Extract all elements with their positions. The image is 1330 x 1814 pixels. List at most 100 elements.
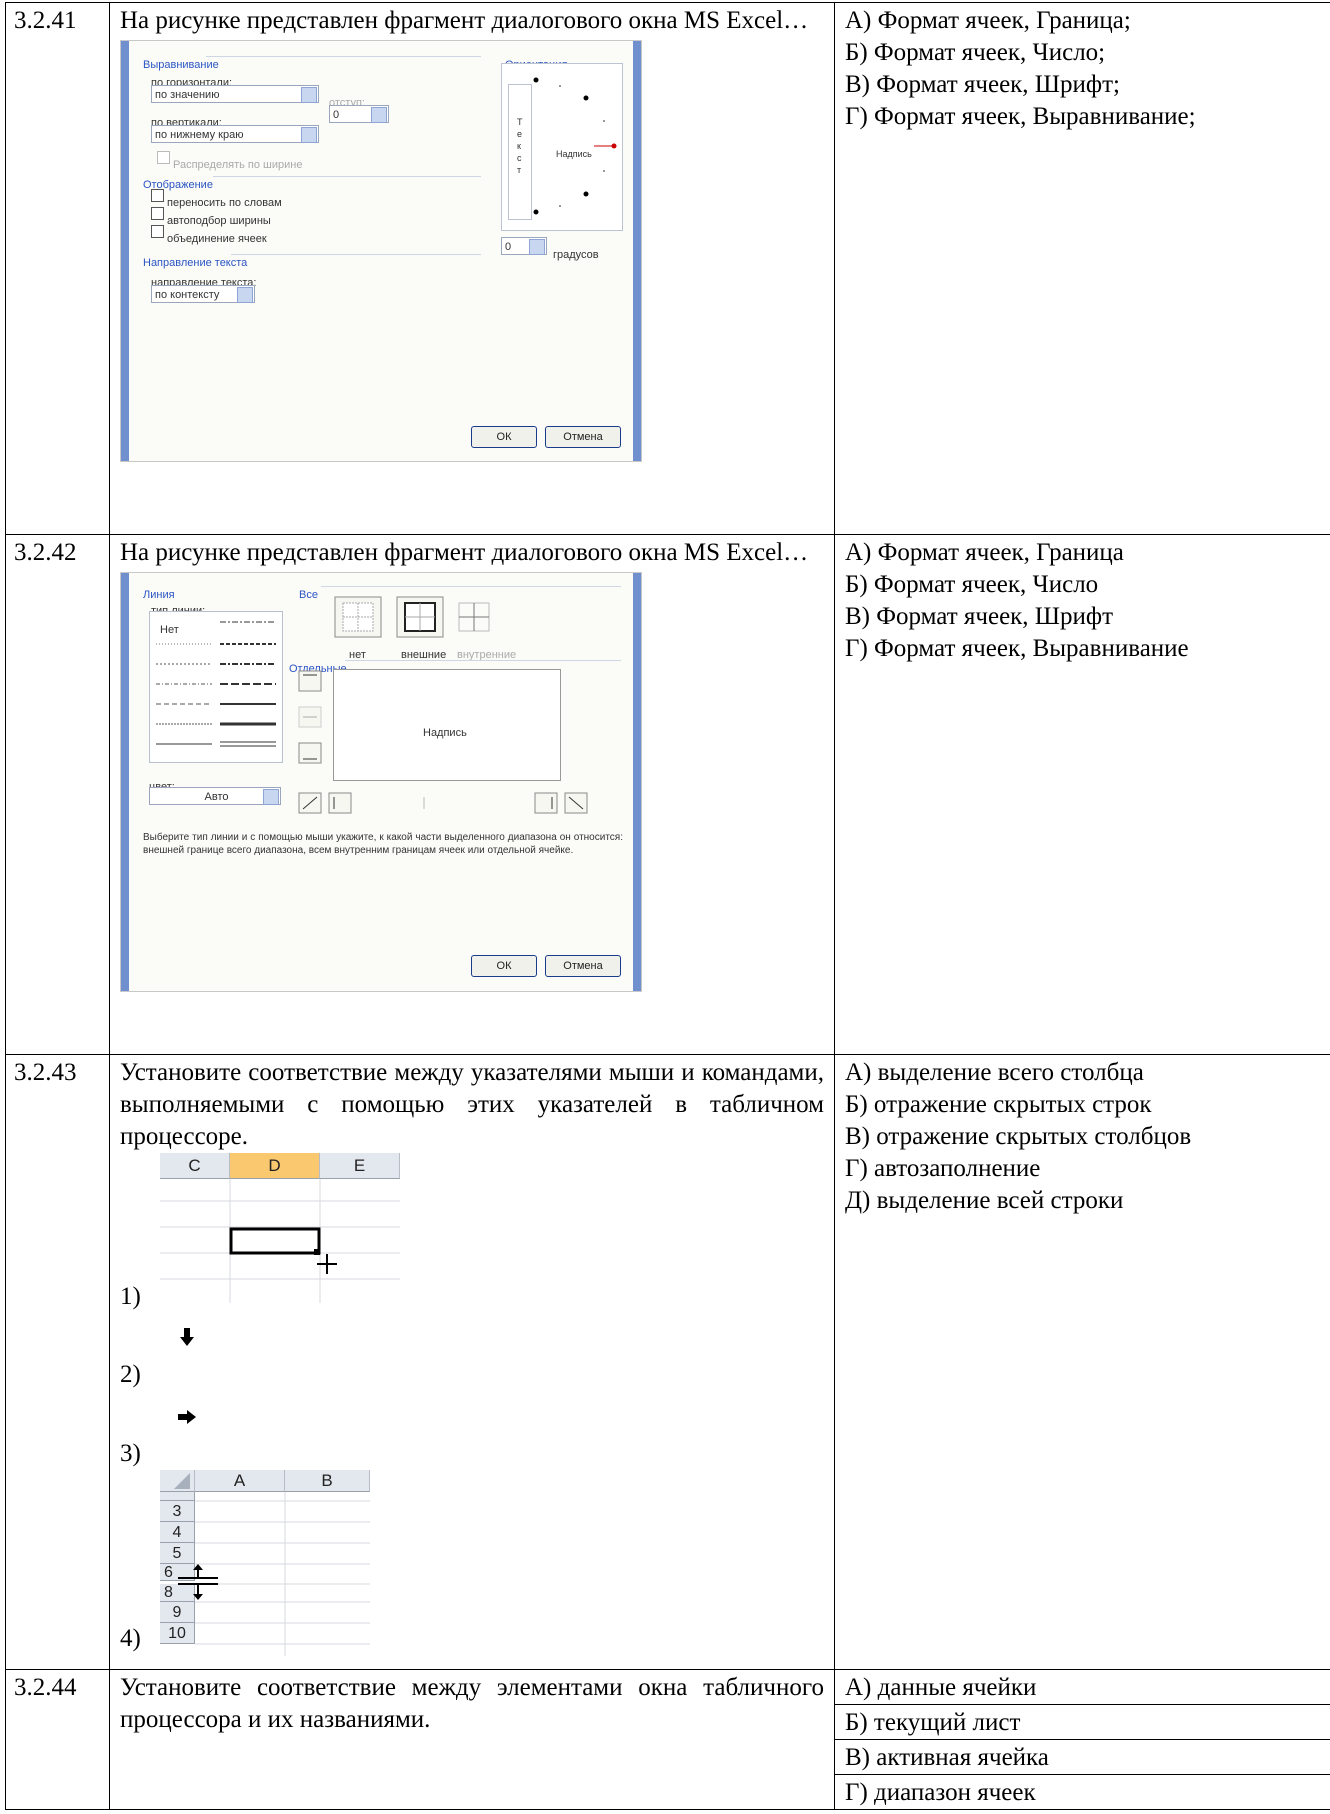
ok-button[interactable]: ОК (471, 426, 537, 448)
divider (206, 56, 481, 57)
answer-option: А) выделение всего столбца (845, 1059, 1144, 1086)
answer-option: Б) отражение скрытых строк (845, 1091, 1152, 1118)
orientation-box[interactable]: Т е к с т Надпись (501, 63, 623, 231)
degrees-label: градусов (553, 249, 599, 261)
direction-value: по контексту (155, 289, 220, 301)
arrow-right-cursor-icon (178, 1410, 196, 1424)
ok-button[interactable]: ОК (471, 955, 537, 977)
answers-cell: А) Формат ячеек, Граница Б) Формат ячеек… (834, 534, 1330, 1055)
divider (213, 176, 481, 177)
item-label-1: 1) (120, 1283, 141, 1310)
answer-option: А) Формат ячеек, Граница; (845, 7, 1131, 34)
spin-icon[interactable] (529, 239, 545, 255)
question-cell: На рисунке представлен фрагмент диалогов… (109, 534, 835, 1055)
indent-stepper[interactable]: 0 (329, 105, 389, 123)
question-cell: На рисунке представлен фрагмент диалогов… (109, 2, 835, 535)
answer-option: А) Формат ячеек, Граница (845, 539, 1124, 566)
indent-value: 0 (333, 109, 340, 121)
answers-cell: А) Формат ячеек, Граница; Б) Формат ячее… (834, 2, 1330, 535)
border-side-buttons[interactable] (297, 669, 597, 819)
chevron-down-icon[interactable] (263, 789, 279, 805)
sheet-grid-1 (160, 1179, 400, 1303)
answers-cell: А) выделение всего столбца Б) отражение … (834, 1054, 1330, 1670)
dialog-frame-left (121, 41, 129, 461)
table-row: 3.2.44 Установите соответствие между эле… (5, 1669, 1330, 1810)
row-header-5[interactable]: 5 (160, 1543, 195, 1564)
question-number: 3.2.43 (5, 1054, 110, 1670)
alignment-dialog: Выравнивание по горизонтали: по значению… (120, 40, 642, 462)
color-select[interactable]: Авто (149, 787, 281, 805)
line-style-list[interactable]: Нет (149, 611, 283, 763)
column-header-d[interactable]: D (230, 1153, 320, 1179)
question-number: 3.2.42 (5, 534, 110, 1055)
question-number: 3.2.44 (5, 1669, 110, 1810)
horizontal-value: по значению (155, 89, 220, 101)
color-value: Авто (204, 791, 229, 803)
row-header-3[interactable]: 3 (160, 1501, 195, 1522)
column-header-a[interactable]: A (195, 1470, 285, 1492)
divider (321, 586, 621, 587)
border-dialog: Линия тип линии: Нет (120, 572, 642, 992)
spin-icon[interactable] (371, 107, 387, 123)
cancel-button[interactable]: Отмена (545, 955, 621, 977)
question-cell: Установите соответствие между элементами… (109, 1669, 835, 1810)
column-header-e[interactable]: E (320, 1153, 400, 1179)
cancel-button[interactable]: Отмена (545, 426, 621, 448)
sheet-fragment-1: C D E (160, 1153, 400, 1303)
chevron-down-icon[interactable] (301, 87, 317, 103)
direction-select[interactable]: по контексту (151, 285, 255, 303)
degrees-stepper[interactable]: 0 (501, 237, 547, 255)
pointer-illustrations: C D E 1) 2) 3) A B 3 4 5 6 8 9 10 4) (120, 1153, 824, 1656)
answer-option: Б) Формат ячеек, Число; (845, 39, 1106, 66)
vertical-value: по нижнему краю (155, 129, 244, 141)
row-header-10[interactable]: 10 (160, 1623, 195, 1644)
table-row: 3.2.43 Установите соответствие между ука… (5, 1054, 1330, 1670)
answer-option: В) Формат ячеек, Шрифт (845, 603, 1114, 630)
answer-option: Г) Формат ячеек, Выравнивание; (845, 103, 1196, 130)
question-text: На рисунке представлен фрагмент диалогов… (120, 539, 809, 566)
inscription-label: Надпись (556, 149, 592, 159)
hint-text: Выберите тип линии и с помощью мыши укаж… (143, 832, 623, 856)
preset-inner-label: внутренние (457, 649, 517, 661)
vertical-select[interactable]: по нижнему краю (151, 125, 319, 143)
line-style-samples[interactable] (150, 612, 282, 762)
row-header-4[interactable]: 4 (160, 1522, 195, 1543)
distribute-checkbox[interactable] (157, 151, 170, 164)
dialog-frame-left (121, 573, 129, 991)
sheet-grid-2 (195, 1492, 370, 1656)
wrap-checkbox[interactable] (151, 189, 164, 202)
divider (345, 660, 621, 661)
crosshair-cursor-icon (317, 1254, 337, 1274)
answer-option: В) активная ячейка (835, 1740, 1330, 1775)
question-cell: Установите соответствие между указателям… (109, 1054, 835, 1670)
item-label-3: 3) (120, 1440, 141, 1467)
answer-option: Г) диапазон ячеек (845, 1779, 1036, 1806)
item-label-4: 4) (120, 1625, 141, 1652)
all-group-title: Все (299, 589, 318, 601)
merge-checkbox[interactable] (151, 225, 164, 238)
autofit-checkbox[interactable] (151, 207, 164, 220)
item-label-2: 2) (120, 1361, 141, 1388)
answer-option: В) отражение скрытых столбцов (845, 1123, 1192, 1150)
column-header-c[interactable]: C (160, 1153, 230, 1179)
answer-option: Б) Формат ячеек, Число (845, 571, 1099, 598)
sheet-fragment-2: A B 3 4 5 6 8 9 10 (160, 1470, 380, 1656)
horizontal-select[interactable]: по значению (151, 85, 319, 103)
select-all-corner[interactable] (160, 1470, 195, 1492)
dialog-frame-right (633, 573, 641, 991)
page: 3.2.41 На рисунке представлен фрагмент д… (0, 0, 1330, 1814)
row-header-partial[interactable] (160, 1492, 195, 1501)
row-header-9[interactable]: 9 (160, 1602, 195, 1623)
table-row: 3.2.41 На рисунке представлен фрагмент д… (5, 2, 1330, 535)
answers-cell: А) данные ячейки Б) текущий лист В) акти… (834, 1669, 1330, 1810)
answer-option: Д) выделение всей строки (845, 1187, 1124, 1214)
chevron-down-icon[interactable] (237, 287, 253, 303)
dialog-frame-right (633, 41, 641, 461)
preset-none-label: нет (349, 649, 366, 661)
chevron-down-icon[interactable] (301, 127, 317, 143)
column-header-b[interactable]: B (285, 1470, 370, 1492)
question-text: Установите соответствие между указателям… (120, 1059, 824, 1150)
answer-option: Б) текущий лист (835, 1705, 1330, 1740)
questions-table: 3.2.41 На рисунке представлен фрагмент д… (5, 2, 1330, 1810)
degrees-value: 0 (505, 241, 512, 253)
